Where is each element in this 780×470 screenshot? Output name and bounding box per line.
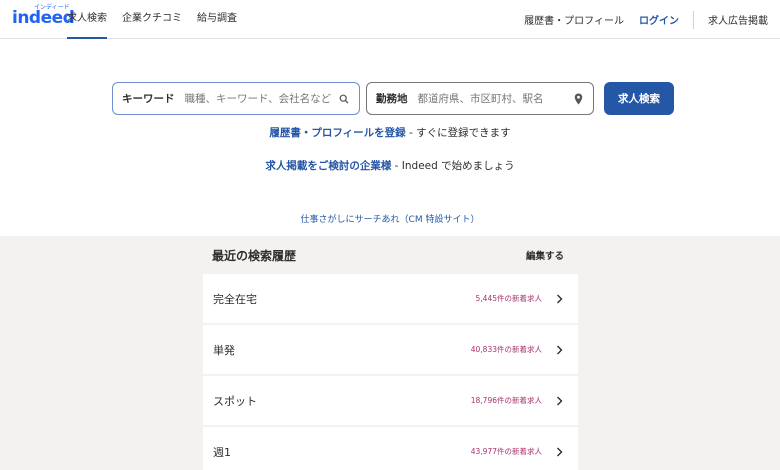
indeed-logo[interactable]: インディード indeed (12, 4, 75, 28)
chevron-right-icon (554, 294, 564, 304)
new-jobs-count: 40,833件の新着求人 (470, 345, 542, 354)
new-jobs-count: 18,796件の新着求人 (470, 396, 542, 405)
history-item[interactable]: スポット 18,796件の新着求人 (203, 376, 578, 425)
top-header: インディード indeed 求人検索 企業クチコミ 給与調査 履歴書・プロフィー… (0, 0, 780, 39)
recent-searches-header: 最近の検索履歴 編集する (203, 236, 578, 274)
employer-link[interactable]: 求人広告掲載 (708, 12, 768, 27)
location-input[interactable] (417, 92, 572, 105)
employer-promo-link[interactable]: 求人掲載をご検討の企業様 (265, 160, 391, 172)
nav-company-reviews[interactable]: 企業クチコミ (122, 0, 182, 39)
login-link[interactable]: ログイン (639, 12, 679, 27)
chevron-right-icon (554, 447, 564, 457)
recent-searches-list: 完全在宅 5,445件の新着求人 単発 40,833件の新着求人 スポット 18… (203, 274, 578, 470)
history-term: スポット (213, 394, 257, 408)
edit-history-button[interactable]: 編集する (526, 248, 564, 262)
employer-promo: 求人掲載をご検討の企業様 - Indeed で始めましょう (0, 158, 780, 173)
history-term: 単発 (213, 343, 235, 357)
history-term: 週1 (213, 445, 231, 459)
employer-promo-text: - Indeed で始めましょう (391, 160, 515, 172)
history-term: 完全在宅 (213, 292, 257, 306)
job-search-button[interactable]: 求人検索 (604, 82, 674, 115)
resume-promo-text: - すぐに登録できます (405, 127, 511, 139)
resume-profile-link[interactable]: 履歴書・プロフィール (524, 12, 624, 27)
main-nav: 求人検索 企業クチコミ 給与調査 (67, 0, 252, 39)
recent-searches-title: 最近の検索履歴 (212, 248, 297, 263)
search-icon (338, 93, 350, 105)
nav-divider (693, 10, 694, 29)
logo-kana: インディード (34, 4, 70, 11)
new-jobs-count: 43,977件の新着求人 (470, 447, 542, 456)
location-label: 勤務地 (376, 93, 408, 105)
logo-text: indeed (12, 8, 75, 28)
nav-job-search[interactable]: 求人検索 (67, 0, 107, 39)
cm-site-link[interactable]: 仕事さがしにサーチあれ（CM 特設サイト） (0, 212, 780, 225)
register-resume-link[interactable]: 履歴書・プロフィールを登録 (269, 127, 405, 139)
location-search-box[interactable]: 勤務地 (366, 82, 594, 115)
recent-searches: 最近の検索履歴 編集する 完全在宅 5,445件の新着求人 単発 40,833件… (203, 236, 578, 470)
new-jobs-count: 5,445件の新着求人 (475, 294, 542, 303)
history-item[interactable]: 単発 40,833件の新着求人 (203, 325, 578, 374)
keyword-input[interactable] (184, 92, 338, 105)
nav-salary[interactable]: 給与調査 (197, 0, 237, 39)
location-pin-icon (572, 93, 584, 105)
history-item[interactable]: 週1 43,977件の新着求人 (203, 427, 578, 470)
chevron-right-icon (554, 345, 564, 355)
history-item[interactable]: 完全在宅 5,445件の新着求人 (203, 274, 578, 323)
chevron-right-icon (554, 396, 564, 406)
keyword-search-box[interactable]: キーワード (112, 82, 360, 115)
resume-promo: 履歴書・プロフィールを登録 - すぐに登録できます (0, 125, 780, 140)
user-nav: 履歴書・プロフィール ログイン 求人広告掲載 (524, 0, 768, 39)
keyword-label: キーワード (122, 93, 175, 105)
